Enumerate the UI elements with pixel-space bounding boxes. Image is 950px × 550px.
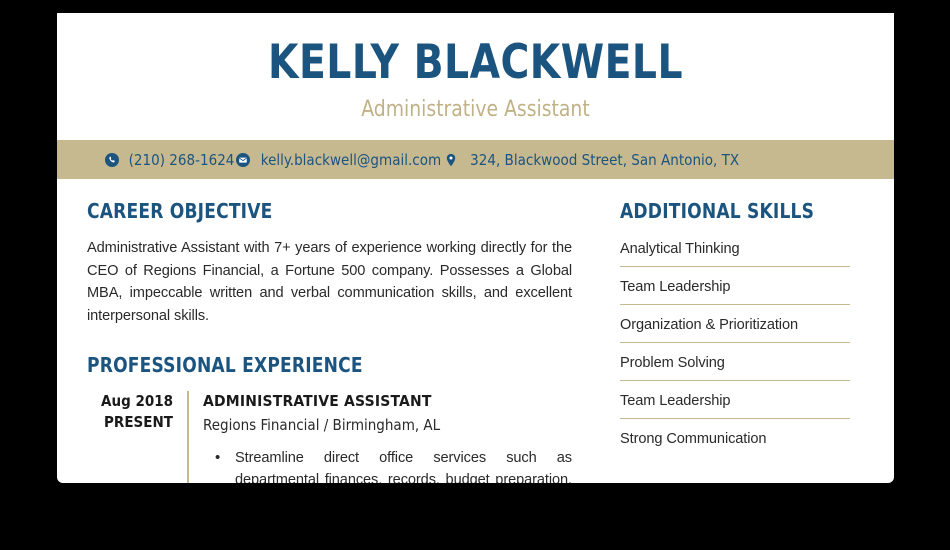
- skill-item: Team Leadership: [620, 279, 850, 306]
- skill-item: Problem Solving: [620, 355, 850, 382]
- experience-bullet: Streamline direct office services such a…: [203, 447, 572, 483]
- skill-item: Organization & Prioritization: [620, 317, 850, 344]
- candidate-name: KELLY BLACKWELL: [268, 35, 683, 90]
- contact-bar: (210) 268-1624 kelly.blackwell@gmail.com…: [57, 140, 894, 180]
- envelope-icon: [236, 152, 251, 167]
- phone-text: (210) 268-1624: [128, 150, 235, 169]
- resume-header: KELLY BLACKWELL Administrative Assistant: [57, 13, 894, 141]
- contact-phone[interactable]: (210) 268-1624: [105, 151, 236, 169]
- resume-side-column: ADDITIONAL SKILLS Analytical Thinking Te…: [602, 179, 894, 483]
- experience-date-start: Aug 2018: [101, 391, 173, 410]
- experience-company: Regions Financial / Birmingham, AL: [203, 416, 441, 435]
- skill-item: Analytical Thinking: [620, 241, 850, 268]
- experience-date-end: PRESENT: [104, 413, 173, 432]
- career-objective-heading: CAREER OBJECTIVE: [87, 199, 273, 224]
- skill-item: Strong Communication: [620, 431, 767, 448]
- email-text: kelly.blackwell@gmail.com: [260, 150, 442, 169]
- experience-details: ADMINISTRATIVE ASSISTANT Regions Financi…: [203, 391, 572, 483]
- career-objective-text: Administrative Assistant with 7+ years o…: [87, 240, 572, 324]
- experience-divider: [187, 390, 189, 483]
- resume-page: KELLY BLACKWELL Administrative Assistant…: [57, 13, 894, 483]
- resume-body: CAREER OBJECTIVE Administrative Assistan…: [57, 179, 894, 483]
- experience-dates: Aug 2018 PRESENT: [87, 391, 187, 483]
- address-text: 324, Blackwood Street, San Antonio, TX: [470, 150, 740, 169]
- contact-address[interactable]: 324, Blackwood Street, San Antonio, TX: [444, 151, 743, 169]
- additional-skills-heading: ADDITIONAL SKILLS: [620, 199, 815, 224]
- candidate-job-title: Administrative Assistant: [361, 96, 590, 122]
- phone-icon: [105, 152, 119, 167]
- experience-bullet-list: Streamline direct office services such a…: [203, 447, 572, 483]
- contact-email[interactable]: kelly.blackwell@gmail.com: [236, 151, 444, 169]
- skills-list: Analytical Thinking Team Leadership Orga…: [620, 241, 850, 456]
- experience-entry: Aug 2018 PRESENT ADMINISTRATIVE ASSISTAN…: [87, 390, 572, 483]
- skill-item: Team Leadership: [620, 393, 850, 420]
- location-pin-icon: [444, 153, 458, 167]
- experience-job-title: ADMINISTRATIVE ASSISTANT: [203, 391, 432, 410]
- professional-experience-heading: PROFESSIONAL EXPERIENCE: [87, 352, 363, 377]
- resume-main-column: CAREER OBJECTIVE Administrative Assistan…: [57, 179, 602, 483]
